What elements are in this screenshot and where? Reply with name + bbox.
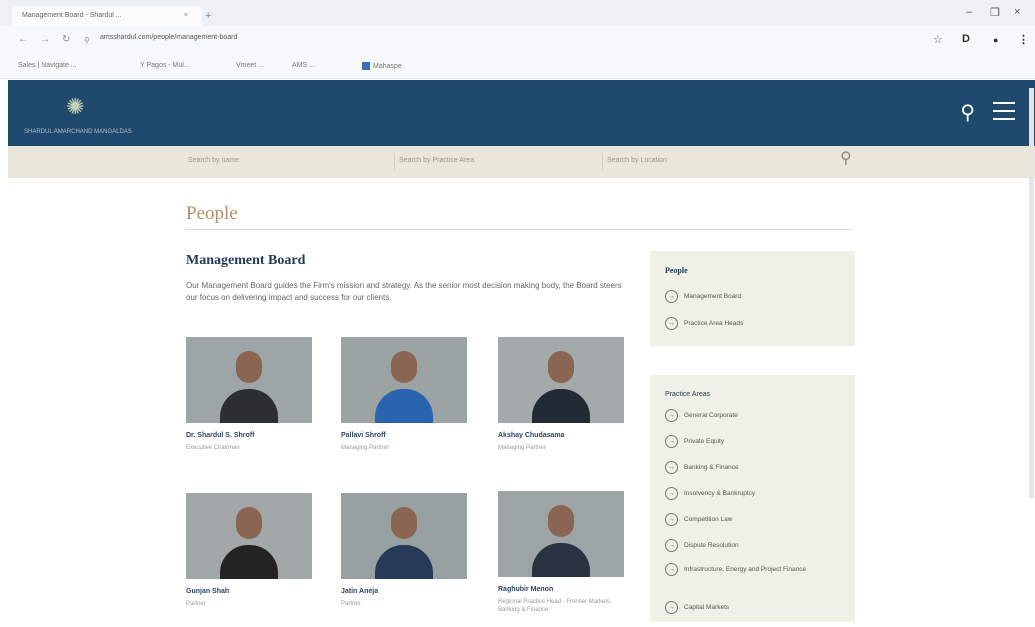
section-title: Management Board <box>186 253 306 268</box>
person-role: Executive Chairman <box>186 445 240 451</box>
person-photo[interactable] <box>498 337 624 423</box>
minimize-icon[interactable]: – <box>966 6 972 18</box>
tab-title: Management Board - Shardul ... <box>22 12 122 19</box>
sidebar-item-banking-finance[interactable]: → Banking & Finance <box>665 461 739 474</box>
person-name[interactable]: Dr. Shardul S. Shroff <box>186 432 314 439</box>
arrow-circle-icon: → <box>665 435 678 448</box>
people-sidebar-box: People → Management Board → Practice Area … <box>650 251 855 346</box>
arrow-circle-icon: → <box>665 563 678 576</box>
tab-close-icon[interactable]: × <box>184 6 188 26</box>
hamburger-menu-icon[interactable] <box>993 102 1015 120</box>
bookmark-favicon-icon <box>362 62 370 70</box>
sidebar-item-insolvency[interactable]: → Insolvency & Bankruptcy <box>665 487 755 500</box>
reload-icon[interactable]: ↻ <box>62 34 70 45</box>
person-role: Partner <box>186 601 206 607</box>
arrow-circle-icon: → <box>665 461 678 474</box>
person-card[interactable]: Akshay Chudasama Managing Partner <box>498 337 626 452</box>
forward-icon[interactable]: → <box>40 34 50 45</box>
arrow-circle-icon: → <box>665 513 678 526</box>
person-name[interactable]: Pallavi Shroff <box>341 432 469 439</box>
sidebar-item-capital-markets[interactable]: → Capital Markets <box>665 601 729 614</box>
location-select[interactable]: Search by Location <box>602 152 808 170</box>
arrow-circle-icon: → <box>665 539 678 552</box>
firm-logo-text[interactable]: SHARDUL AMARCHAND MANGALDAS <box>24 129 132 135</box>
person-photo[interactable] <box>341 493 467 579</box>
sidebar-item-private-equity[interactable]: → Private Equity <box>665 435 724 448</box>
sidebar-item-infrastructure[interactable]: → Infrastructure, Energy and Project Fina… <box>665 563 824 576</box>
bookmarks-bar: Sales | Navigate ... Y Pagos - Mul... Vm… <box>0 56 1035 79</box>
person-role: Partner <box>341 601 361 607</box>
bookmark-item[interactable]: Mahaspe <box>362 62 402 70</box>
search-icon[interactable]: ⚲ <box>960 100 975 125</box>
person-name[interactable]: Raghubir Menon <box>498 586 626 593</box>
sidebar-item-competition-law[interactable]: → Competition Law <box>665 513 732 526</box>
search-submit-icon[interactable]: ⚲ <box>840 148 852 168</box>
arrow-circle-icon: → <box>665 601 678 614</box>
bookmark-item[interactable]: Y Pagos - Mul... <box>140 62 190 69</box>
page-title: People <box>186 203 238 224</box>
arrow-circle-icon: → <box>665 409 678 422</box>
person-card[interactable]: Pallavi Shroff Managing Partner <box>341 337 469 452</box>
person-role: Regional Practice Head - Frontier Market… <box>498 599 612 613</box>
bookmark-item[interactable]: Vmeet ... <box>236 62 264 69</box>
arrow-circle-icon: → <box>665 290 678 303</box>
person-card[interactable]: Jatin Aneja Partner <box>341 493 469 608</box>
person-name[interactable]: Jatin Aneja <box>341 588 469 595</box>
site-info-icon[interactable]: ⚲ <box>84 36 90 45</box>
bookmark-item[interactable]: Sales | Navigate ... <box>18 62 77 69</box>
person-card[interactable]: Dr. Shardul S. Shroff Executive Chairman <box>186 337 314 452</box>
page-scrollbar[interactable] <box>1029 88 1034 498</box>
restore-icon[interactable]: ❐ <box>990 6 1000 19</box>
person-name[interactable]: Akshay Chudasama <box>498 432 626 439</box>
people-search-bar: Search by name Search by Practice Area S… <box>8 146 1035 178</box>
sidebar-item-general-corporate[interactable]: → General Corporate <box>665 409 738 422</box>
sidebar-item-practice-area-heads[interactable]: → Practice Area Heads <box>665 317 743 330</box>
practice-area-select[interactable]: Search by Practice Area <box>394 152 590 170</box>
browser-tab[interactable]: Management Board - Shardul ... × <box>12 6 202 26</box>
extension-icon[interactable]: D <box>962 33 970 45</box>
browser-tab-bar: Management Board - Shardul ... × + – ❐ × <box>0 0 1035 26</box>
bookmark-star-icon[interactable]: ☆ <box>933 33 943 46</box>
browser-nav-bar: ← → ↻ ⚲ amsshardul.com/people/management… <box>0 26 1035 56</box>
person-photo[interactable] <box>498 491 624 577</box>
arrow-circle-icon: → <box>665 487 678 500</box>
person-role: Managing Partner <box>498 445 546 451</box>
person-photo[interactable] <box>186 337 312 423</box>
bookmark-item[interactable]: AMS ... <box>292 62 315 69</box>
person-role: Managing Partner <box>341 445 389 451</box>
address-bar[interactable]: amsshardul.com/people/management-board <box>100 34 237 41</box>
person-photo[interactable] <box>186 493 312 579</box>
section-description: Our Management Board guides the Firm's m… <box>186 281 622 302</box>
name-search-input[interactable]: Search by name <box>184 152 384 170</box>
profile-icon[interactable]: ● <box>993 35 998 45</box>
sidebar-practice-heading: Practice Areas <box>665 391 711 398</box>
sidebar-item-dispute-resolution[interactable]: → Dispute Resolution <box>665 539 739 552</box>
person-name[interactable]: Gunjan Shah <box>186 588 314 595</box>
back-icon[interactable]: ← <box>18 34 28 45</box>
sidebar-people-heading: People <box>665 266 688 275</box>
person-photo[interactable] <box>341 337 467 423</box>
arrow-circle-icon: → <box>665 317 678 330</box>
person-card[interactable]: Gunjan Shah Partner <box>186 493 314 608</box>
practice-areas-sidebar-box: Practice Areas → General Corporate → Priva… <box>650 375 855 622</box>
window-close-icon[interactable]: × <box>1014 6 1020 18</box>
bookmark-label: Mahaspe <box>373 62 402 70</box>
browser-menu-icon[interactable]: ⋮ <box>1018 33 1029 46</box>
divider <box>186 229 852 230</box>
firm-logo-icon[interactable]: ✺ <box>66 94 84 120</box>
new-tab-icon[interactable]: + <box>205 6 211 26</box>
person-card[interactable]: Raghubir Menon Regional Practice Head - … <box>498 491 626 614</box>
sidebar-item-management-board[interactable]: → Management Board <box>665 290 741 303</box>
site-header: ✺ SHARDUL AMARCHAND MANGALDAS ⚲ <box>8 80 1035 146</box>
